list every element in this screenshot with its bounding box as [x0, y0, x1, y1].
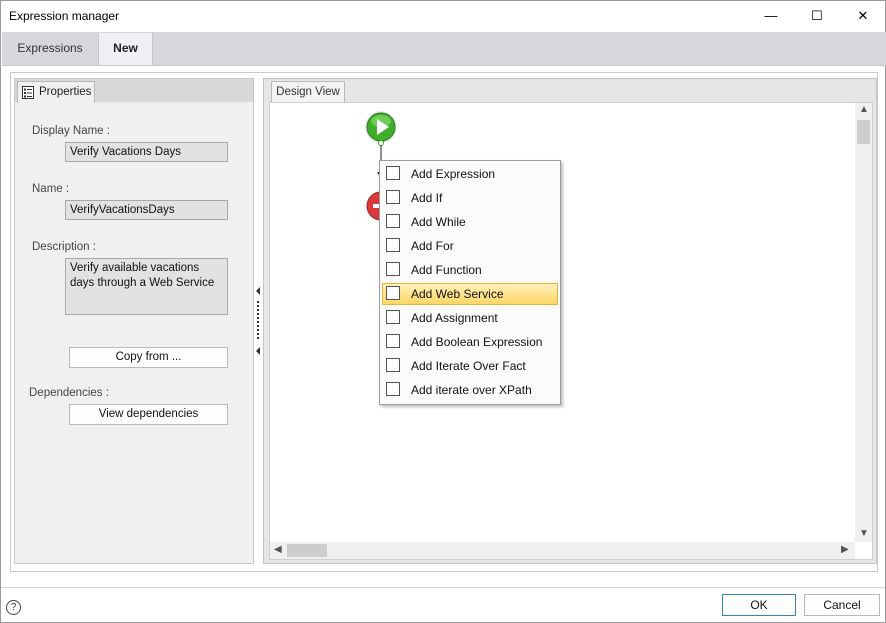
iterate-fact-icon — [386, 358, 400, 372]
if-icon — [386, 190, 400, 204]
tab-new[interactable]: New — [98, 33, 153, 65]
design-view-panel: Design View ▲ ▼ ◀ ▶ — [263, 78, 877, 564]
scroll-right-arrow-icon[interactable]: ▶ — [841, 544, 849, 555]
cancel-button[interactable]: Cancel — [804, 594, 880, 616]
view-dependencies-button[interactable]: View dependencies — [69, 404, 228, 425]
name-label: Name : — [32, 183, 70, 195]
expression-icon — [386, 166, 400, 180]
menu-item-add-web-service[interactable]: Add Web Service — [382, 283, 558, 305]
function-icon — [386, 262, 400, 276]
splitter-grip-icon — [256, 287, 260, 355]
menu-item-label: Add iterate over XPath — [411, 383, 532, 397]
menu-item-label: Add Function — [411, 263, 482, 277]
scroll-down-arrow-icon[interactable]: ▼ — [859, 528, 869, 539]
menu-item-add-iterate-over-xpath[interactable]: Add iterate over XPath — [382, 379, 558, 401]
dialog-footer: ? OK Cancel — [1, 587, 885, 622]
properties-panel: Properties Display Name : Verify Vacatio… — [14, 78, 254, 564]
iterate-xpath-icon — [386, 382, 400, 396]
menu-item-add-boolean-expression[interactable]: Add Boolean Expression — [382, 331, 558, 353]
vertical-scrollbar[interactable]: ▲ ▼ — [855, 103, 872, 542]
description-field[interactable]: Verify available vacations days through … — [65, 258, 228, 315]
display-name-label: Display Name : — [32, 125, 110, 137]
tab-expressions[interactable]: Expressions — [2, 33, 98, 64]
design-canvas[interactable]: ▲ ▼ ◀ ▶ — [269, 102, 873, 560]
panel-splitter[interactable] — [254, 78, 262, 562]
minimize-button[interactable]: — — [748, 1, 794, 31]
menu-item-add-iterate-over-fact[interactable]: Add Iterate Over Fact — [382, 355, 558, 377]
start-node-icon[interactable] — [364, 110, 398, 144]
description-label: Description : — [32, 241, 96, 253]
properties-panel-header: Properties — [15, 79, 253, 103]
add-context-menu: Add Expression Add If Add While Add For … — [379, 160, 561, 405]
properties-tab-label: Properties — [39, 86, 92, 98]
boolean-expression-icon — [386, 334, 400, 348]
menu-item-add-if[interactable]: Add If — [382, 187, 558, 209]
window-title: Expression manager — [9, 9, 120, 23]
assignment-icon — [386, 310, 400, 324]
web-service-icon — [386, 286, 400, 300]
menu-item-label: Add Assignment — [411, 311, 498, 325]
horizontal-scrollbar[interactable]: ◀ ▶ — [270, 542, 855, 559]
menu-item-add-assignment[interactable]: Add Assignment — [382, 307, 558, 329]
properties-icon — [22, 86, 34, 99]
menu-item-label: Add Boolean Expression — [411, 335, 543, 349]
while-icon — [386, 214, 400, 228]
menu-item-add-expression[interactable]: Add Expression — [382, 163, 558, 185]
horizontal-scroll-thumb[interactable] — [287, 544, 327, 557]
menu-item-add-function[interactable]: Add Function — [382, 259, 558, 281]
menu-item-label: Add Web Service — [411, 287, 504, 301]
name-field[interactable]: VerifyVacationsDays — [65, 200, 228, 220]
display-name-field[interactable]: Verify Vacations Days — [65, 142, 228, 162]
menu-item-label: Add For — [411, 239, 454, 253]
maximize-button[interactable]: ☐ — [794, 1, 840, 31]
close-button[interactable]: ✕ — [840, 1, 886, 31]
tab-strip: Expressions New — [2, 32, 886, 66]
menu-item-label: Add Expression — [411, 167, 496, 181]
copy-from-button[interactable]: Copy from ... — [69, 347, 228, 368]
for-icon — [386, 238, 400, 252]
properties-tab[interactable]: Properties — [17, 81, 95, 103]
design-view-tab[interactable]: Design View — [271, 81, 345, 103]
menu-item-add-while[interactable]: Add While — [382, 211, 558, 233]
vertical-scroll-thumb[interactable] — [857, 120, 870, 144]
title-bar: Expression manager — ☐ ✕ — [1, 1, 885, 31]
scroll-left-arrow-icon[interactable]: ◀ — [274, 544, 282, 555]
menu-item-label: Add While — [411, 215, 466, 229]
menu-item-label: Add Iterate Over Fact — [411, 359, 526, 373]
ok-button[interactable]: OK — [722, 594, 796, 616]
menu-item-add-for[interactable]: Add For — [382, 235, 558, 257]
dependencies-label: Dependencies : — [29, 387, 109, 399]
help-icon[interactable]: ? — [6, 600, 21, 615]
menu-item-label: Add If — [411, 191, 443, 205]
scroll-up-arrow-icon[interactable]: ▲ — [859, 104, 869, 115]
